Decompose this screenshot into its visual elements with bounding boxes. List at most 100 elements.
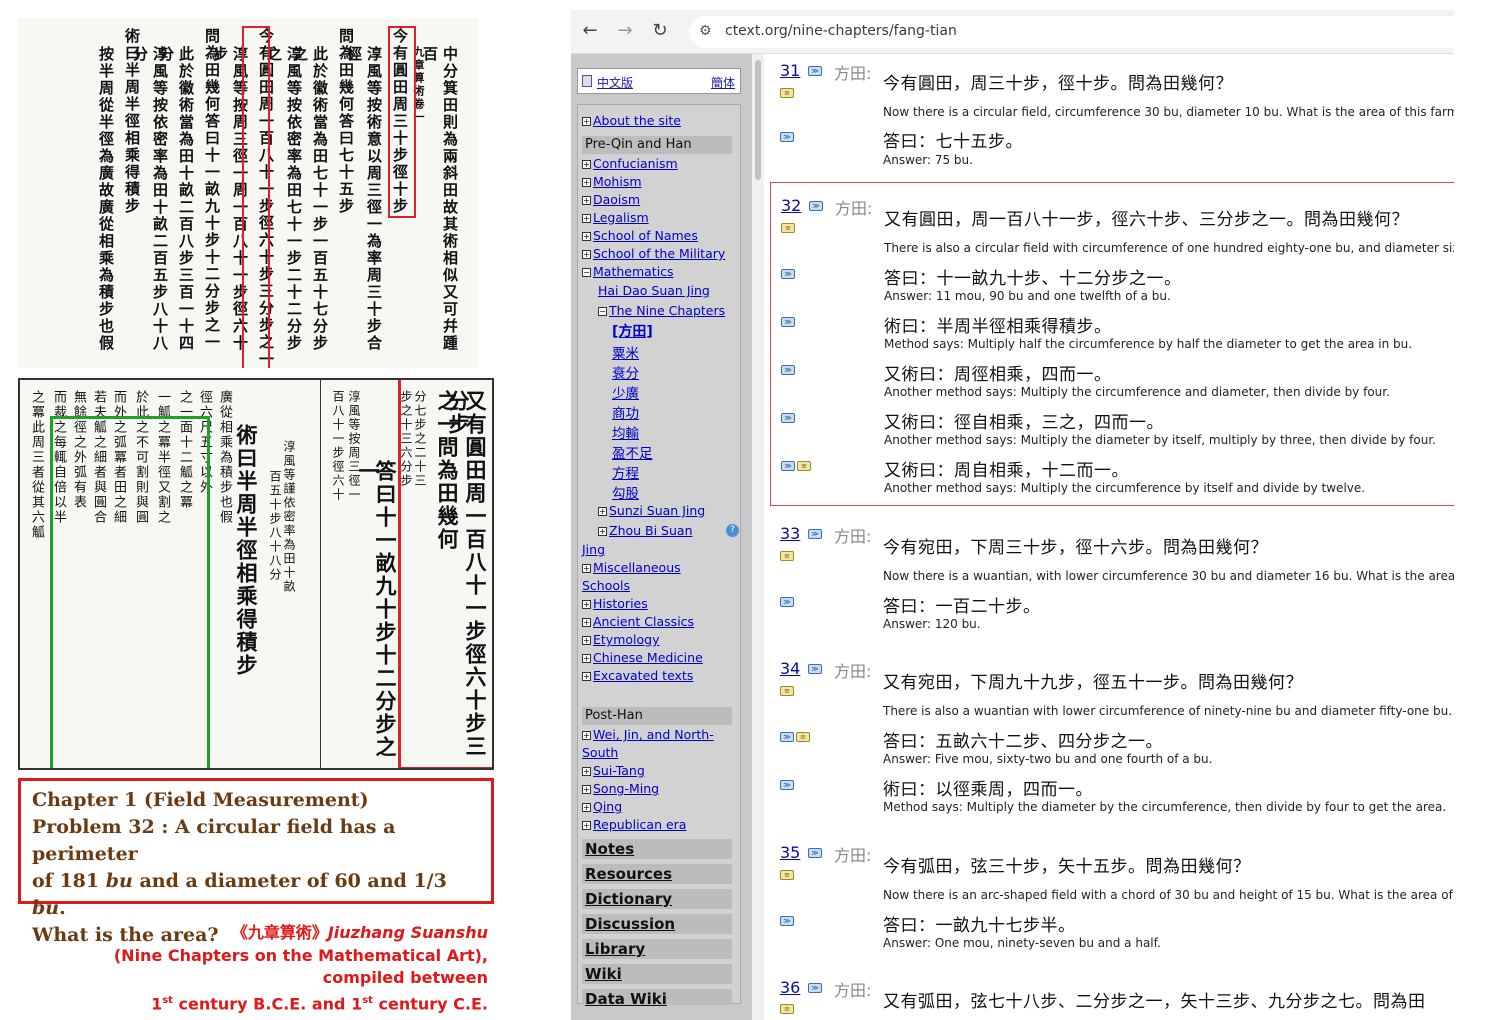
parallel-link-icon[interactable]: ≫: [781, 365, 795, 375]
parallel-link-icon[interactable]: ≫: [781, 269, 795, 279]
sidebar-item-cuifen[interactable]: 衰分: [612, 362, 639, 382]
sidebar-item-wei[interactable]: + Wei, Jin, and North-: [582, 727, 714, 742]
parallel-link-icon[interactable]: ≫: [780, 780, 794, 790]
flag-icon: [582, 75, 592, 87]
sidebar-item-legalism[interactable]: + Legalism: [582, 210, 649, 225]
caption-line: Chapter 1 (Field Measurement): [32, 789, 369, 811]
sidebar-item-junshu[interactable]: 均輸: [612, 422, 639, 442]
forward-arrow-icon[interactable]: →: [614, 20, 636, 42]
simplified-link[interactable]: 簡体: [711, 74, 735, 91]
parallel-link-icon[interactable]: ≫: [808, 529, 822, 539]
sidebar-item-excavated[interactable]: + Excavated texts: [582, 668, 693, 683]
sidebar-item-wei-cont[interactable]: South: [582, 745, 618, 760]
sidebar-item-nine-chapters[interactable]: − The Nine Chapters: [598, 303, 725, 318]
parallel-link-icon[interactable]: ≫: [809, 201, 823, 211]
translation-icon[interactable]: ≡: [780, 870, 794, 880]
scan-column: 淳風等按周三徑一: [347, 390, 361, 502]
parallel-link-icon[interactable]: ≫: [780, 732, 794, 742]
sidebar-item-shanggong[interactable]: 商功: [612, 402, 639, 422]
scan-column: 百八十一步徑六十: [331, 390, 345, 502]
translation-icon[interactable]: ≡: [780, 551, 794, 561]
passage-number[interactable]: 33: [780, 524, 800, 543]
english-translation: Method says: Multiply half the circumfer…: [884, 337, 1413, 351]
sidebar-item-zhoubi-cont[interactable]: Jing: [582, 542, 605, 557]
sidebar-item-ancient[interactable]: + Ancient Classics: [582, 614, 694, 629]
sidebar-item-military[interactable]: + School of the Military: [582, 246, 725, 261]
sidebar-item-suitang[interactable]: + Sui-Tang: [582, 763, 645, 778]
translation-icon[interactable]: ≡: [781, 223, 795, 233]
parallel-link-icon[interactable]: ≫: [781, 413, 795, 423]
sidebar-item-medicine[interactable]: + Chinese Medicine: [582, 650, 703, 665]
sidebar-item-zhoubi[interactable]: + Zhou Bi Suan: [598, 523, 693, 538]
passage-number[interactable]: 34: [780, 659, 800, 678]
reload-icon[interactable]: ↻: [649, 20, 671, 42]
passage-number[interactable]: 35: [780, 843, 800, 862]
sidebar-item-mathematics[interactable]: − Mathematics: [582, 264, 674, 279]
sidebar-resources[interactable]: Resources: [582, 864, 732, 884]
address-bar[interactable]: ⚙ ctext.org/nine-chapters/fang-tian: [689, 16, 1454, 48]
sidebar-wiki[interactable]: Wiki: [582, 964, 732, 984]
chinese-version-link[interactable]: 中文版: [597, 74, 633, 91]
sidebar-item-sunzi[interactable]: + Sunzi Suan Jing: [598, 503, 705, 518]
parallel-link-icon[interactable]: ≫: [808, 664, 822, 674]
sidebar-notes[interactable]: Notes: [582, 839, 732, 859]
translation-icon[interactable]: ≡: [780, 1004, 794, 1014]
sidebar-item-names[interactable]: + School of Names: [582, 228, 698, 243]
translation-icon[interactable]: ≡: [797, 461, 811, 471]
parallel-link-icon[interactable]: ≫: [780, 597, 794, 607]
sidebar-item-shaoguang[interactable]: 少廣: [612, 382, 639, 402]
sidebar-item-misc-cont[interactable]: Schools: [582, 578, 630, 593]
translation-icon[interactable]: ≡: [796, 732, 810, 742]
scan-column: 問為田幾何答曰十一畝九十步十二分步之一: [203, 28, 221, 351]
chapter-label: 方田:: [834, 527, 872, 546]
scan-column: 按半周從半徑為廣故廣從相乘為積步也假: [97, 46, 115, 352]
sidebar-item-sumi[interactable]: 粟米: [612, 342, 639, 362]
parallel-link-icon[interactable]: ≫: [780, 916, 794, 926]
sidebar-library[interactable]: Library: [582, 939, 732, 959]
passage-number[interactable]: 31: [780, 61, 800, 80]
parallel-link-icon[interactable]: ≫: [808, 983, 822, 993]
sidebar-item-gougu[interactable]: 勾股: [612, 482, 639, 502]
scan-column: 百五十步八十八分: [268, 470, 282, 582]
sidebar-item-misc[interactable]: + Miscellaneous: [582, 560, 681, 575]
chinese-text: 今有宛田，下周三十步，徑十六步。問為田幾何？: [883, 538, 1268, 558]
sidebar-item-fangcheng[interactable]: 方程: [612, 462, 639, 482]
scan-page-bottom: 又有圓田周一百八十一步徑六十步三分步 之一問為田幾何 答曰十一畝九十步十二分步之…: [18, 378, 494, 770]
passage-number[interactable]: 36: [780, 978, 800, 997]
scan-column: 術曰半周半徑相乘得積步: [123, 28, 141, 215]
info-icon[interactable]: ?: [726, 524, 739, 537]
scroll-thumb[interactable]: [755, 60, 761, 180]
sidebar-discussion[interactable]: Discussion: [582, 914, 732, 934]
sidebar-section-preqin[interactable]: Pre-Qin and Han: [582, 136, 732, 154]
parallel-link-icon[interactable]: ≫: [808, 66, 822, 76]
sidebar-item-daoism[interactable]: + Daoism: [582, 192, 640, 207]
sidebar-item-histories[interactable]: + Histories: [582, 596, 648, 611]
sidebar-section-posthan[interactable]: Post-Han: [582, 707, 732, 725]
parallel-link-icon[interactable]: ≫: [781, 317, 795, 327]
sidebar-item-yingbuzu[interactable]: 盈不足: [612, 442, 653, 462]
english-translation: Answer: 120 bu.: [883, 617, 981, 631]
credit-line: 1st century B.C.E. and 1st century C.E.: [151, 993, 488, 1013]
sidebar-item-about[interactable]: + About the site: [582, 113, 681, 128]
sidebar-item-haidao[interactable]: Hai Dao Suan Jing: [598, 283, 710, 298]
translation-icon[interactable]: ≡: [780, 686, 794, 696]
sidebar-item-qing[interactable]: + Qing: [582, 799, 622, 814]
sidebar-item-confucianism[interactable]: + Confucianism: [582, 156, 678, 171]
translation-icon[interactable]: ≡: [780, 88, 794, 98]
sidebar-item-mohism[interactable]: + Mohism: [582, 174, 642, 189]
browser-window: ← → ↻ ⚙ ctext.org/nine-chapters/fang-tia…: [571, 10, 1454, 1020]
back-arrow-icon[interactable]: ←: [579, 20, 601, 42]
sidebar-item-songming[interactable]: + Song-Ming: [582, 781, 659, 796]
sidebar-scrollbar[interactable]: [752, 54, 764, 1020]
parallel-link-icon[interactable]: ≫: [780, 132, 794, 142]
url-text[interactable]: ctext.org/nine-chapters/fang-tian: [725, 23, 957, 39]
parallel-link-icon[interactable]: ≫: [781, 461, 795, 471]
parallel-link-icon[interactable]: ≫: [808, 848, 822, 858]
passage-number[interactable]: 32: [781, 196, 801, 215]
sidebar-item-fangtian[interactable]: [方田]: [612, 321, 653, 341]
sidebar-item-etymology[interactable]: + Etymology: [582, 632, 659, 647]
sidebar-item-republican[interactable]: + Republican era: [582, 817, 686, 832]
sidebar-datawiki[interactable]: Data Wiki: [582, 989, 732, 1008]
site-settings-icon[interactable]: ⚙: [699, 23, 712, 39]
sidebar-dictionary[interactable]: Dictionary: [582, 889, 732, 909]
